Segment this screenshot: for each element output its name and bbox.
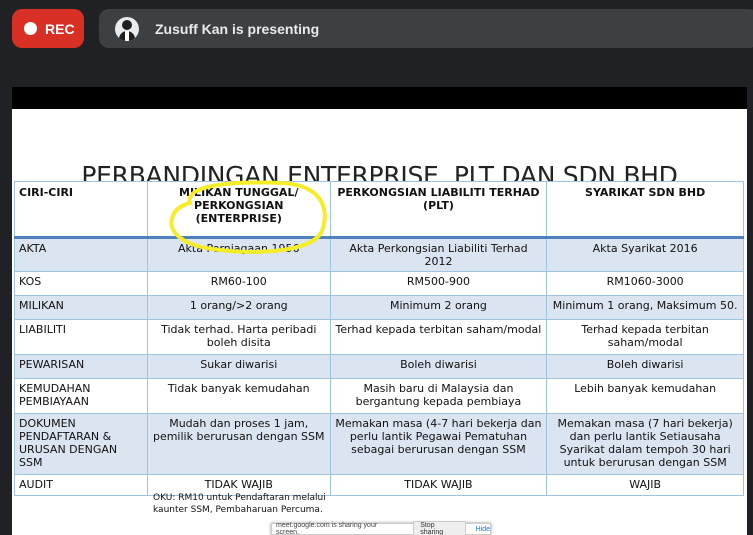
table-cell: Memakan masa (7 hari bekerja) dan perlu …: [546, 413, 744, 475]
row-label: AUDIT: [14, 474, 148, 496]
rec-label: REC: [45, 20, 75, 37]
table-row: LIABILITI Tidak terhad. Harta peribadi b…: [14, 319, 744, 355]
table-row: KEMUDAHAN PEMBIAYAAN Tidak banyak kemuda…: [14, 378, 744, 414]
table-row: DOKUMEN PENDAFTARAN & URUSAN DENGAN SSM …: [14, 413, 744, 475]
table-cell: Akta Syarikat 2016: [546, 237, 744, 272]
stop-sharing-button[interactable]: Stop sharing: [413, 521, 466, 535]
presenter-avatar: [115, 16, 139, 41]
comparison-table: CIRI-CIRI MILIKAN TUNGGAL/ PERKONGSIAN (…: [14, 181, 744, 496]
presenter-bar[interactable]: Zusuff Kan is presenting: [99, 9, 753, 48]
table-cell: 1 orang/>2 orang: [146, 295, 331, 320]
header-cell: PERKONGSIAN LIABILITI TERHAD (PLT): [329, 181, 548, 239]
table-cell: Terhad kepada terbitan saham/modal: [546, 319, 744, 355]
table-cell: Masih baru di Malaysia dan bergantung ke…: [329, 378, 548, 414]
header-cell: SYARIKAT SDN BHD: [546, 181, 744, 239]
hide-button[interactable]: Hide: [476, 526, 490, 533]
table-cell: RM500-900: [329, 271, 548, 296]
table-cell: Minimum 1 orang, Maksimum 50.: [546, 295, 744, 320]
table-cell: Boleh diwarisi: [329, 354, 548, 379]
table-cell: Lebih banyak kemudahan: [546, 378, 744, 414]
presenter-text: Zusuff Kan is presenting: [155, 20, 320, 37]
table-cell: RM60-100: [146, 271, 331, 296]
table-row: KOS RM60-100 RM500-900 RM1060-3000: [14, 271, 744, 296]
row-label: KOS: [14, 271, 148, 296]
table-row: PEWARISAN Sukar diwarisi Boleh diwarisi …: [14, 354, 744, 379]
screen-share-notice: meet.google.com is sharing your screen. …: [271, 521, 491, 535]
header-cell: MILIKAN TUNGGAL/ PERKONGSIAN (ENTERPRISE…: [146, 181, 331, 239]
table-cell: Sukar diwarisi: [146, 354, 331, 379]
table-cell: Minimum 2 orang: [329, 295, 548, 320]
row-label: MILIKAN: [14, 295, 148, 320]
table-row: MILIKAN 1 orang/>2 orang Minimum 2 orang…: [14, 295, 744, 320]
row-label: DOKUMEN PENDAFTARAN & URUSAN DENGAN SSM: [14, 413, 148, 475]
oku-note: OKU: RM10 untuk Pendaftaran melalui kaun…: [153, 493, 326, 515]
table-row: AKTA Akta Perniagaan 1956 Akta Perkongsi…: [14, 237, 744, 272]
row-label: LIABILITI: [14, 319, 148, 355]
table-cell: Akta Perniagaan 1956: [146, 237, 331, 272]
table-cell: Boleh diwarisi: [546, 354, 744, 379]
table-cell: Akta Perkongsian Liabiliti Terhad 2012: [329, 237, 548, 272]
slide: PERBANDINGAN ENTERPRISE, PLT DAN SDN BHD…: [12, 109, 747, 535]
table-row: AUDIT TIDAK WAJIB TIDAK WAJIB WAJIB: [14, 474, 744, 496]
table-cell: RM1060-3000: [546, 271, 744, 296]
table-cell: Memakan masa (4-7 hari bekerja dan perlu…: [329, 413, 548, 475]
row-label: AKTA: [14, 237, 148, 272]
rec-button[interactable]: REC: [12, 9, 84, 48]
table-header-row: CIRI-CIRI MILIKAN TUNGGAL/ PERKONGSIAN (…: [14, 181, 744, 239]
table-cell: Tidak banyak kemudahan: [146, 378, 331, 414]
table-cell: Tidak terhad. Harta peribadi boleh disit…: [146, 319, 331, 355]
share-notice-text: meet.google.com is sharing your screen.: [276, 522, 378, 535]
table-cell: Mudah dan proses 1 jam, pemilik berurusa…: [146, 413, 331, 475]
row-label: PEWARISAN: [14, 354, 148, 379]
shared-screen: PERBANDINGAN ENTERPRISE, PLT DAN SDN BHD…: [12, 87, 747, 535]
header-cell: CIRI-CIRI: [14, 181, 148, 239]
row-label: KEMUDAHAN PEMBIAYAAN: [14, 378, 148, 414]
table-cell: TIDAK WAJIB: [329, 474, 548, 496]
table-cell: Terhad kepada terbitan saham/modal: [329, 319, 548, 355]
table-cell: WAJIB: [546, 474, 744, 496]
record-dot-icon: [24, 22, 37, 35]
